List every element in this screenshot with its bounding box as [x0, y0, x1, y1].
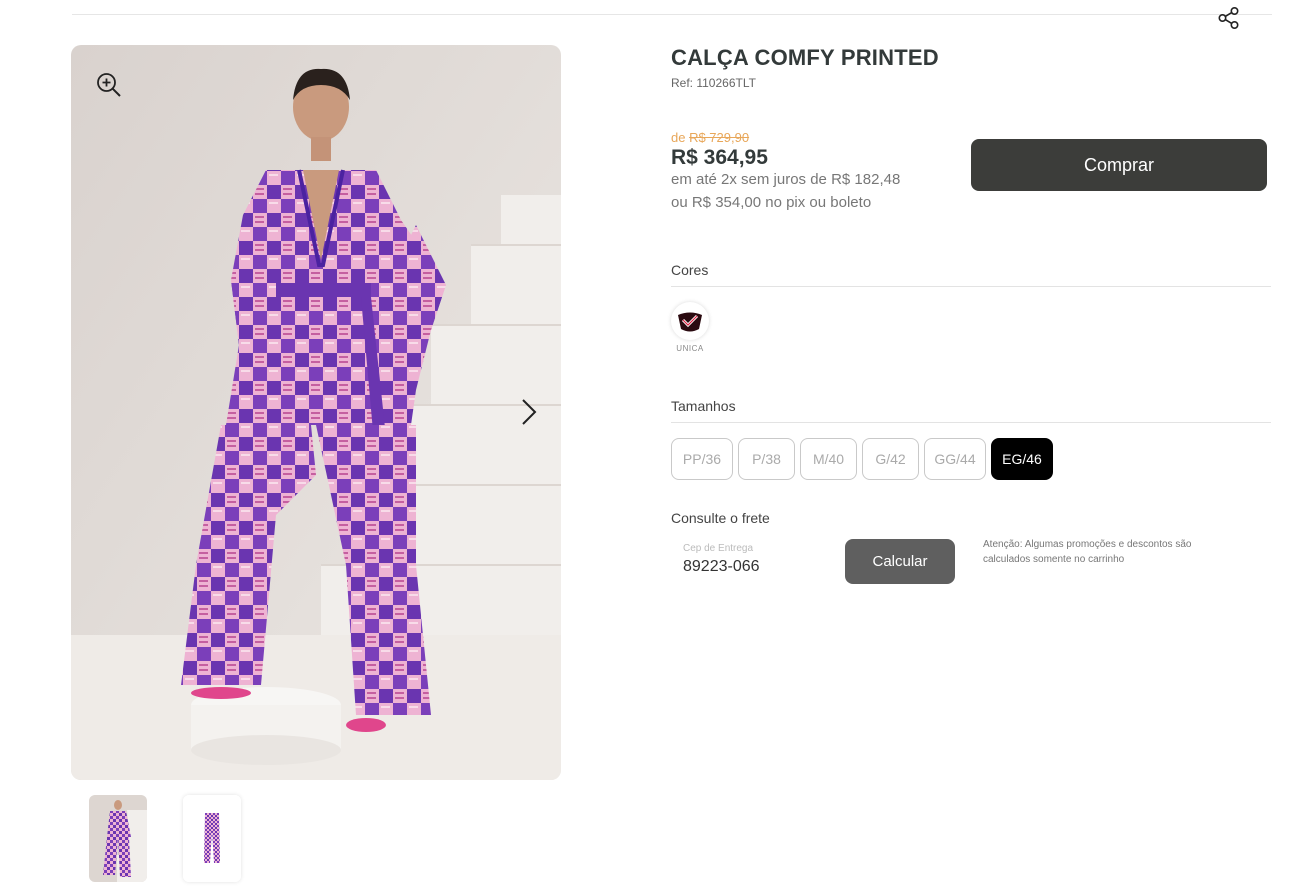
product-title: CALÇA COMFY PRINTED: [671, 45, 939, 70]
installments-text: em até 2x sem juros de R$ 182,48: [671, 171, 901, 188]
colors-label: Cores: [671, 262, 709, 278]
shipping-label: Consulte o frete: [671, 510, 770, 526]
share-icon[interactable]: [1216, 5, 1242, 31]
size-option-m40[interactable]: M/40: [800, 438, 857, 480]
buy-button[interactable]: Comprar: [971, 139, 1267, 191]
chevron-right-icon[interactable]: [517, 397, 541, 427]
colors-divider: [671, 286, 1271, 287]
size-option-eg46[interactable]: EG/46: [991, 438, 1053, 480]
color-swatch-unica[interactable]: [671, 302, 709, 340]
pix-price-text: ou R$ 354,00 no pix ou boleto: [671, 194, 872, 211]
size-option-g42[interactable]: G/42: [862, 438, 919, 480]
color-name: UNICA: [676, 344, 704, 353]
product-ref: Ref: 110266TLT: [671, 76, 756, 90]
cep-field-label: Cep de Entrega: [683, 543, 754, 554]
old-price-prefix: de: [671, 130, 690, 145]
sizes-divider: [671, 422, 1271, 423]
size-selector: PP/36 P/38 M/40 G/42 GG/44 EG/46: [671, 438, 1053, 480]
zoom-in-icon[interactable]: [95, 71, 123, 99]
shipping-notice: Atenção: Algumas promoções e descontos s…: [983, 539, 1192, 565]
gallery-thumbnail[interactable]: [89, 795, 147, 882]
size-option-gg44[interactable]: GG/44: [924, 438, 986, 480]
check-icon: [676, 307, 704, 335]
size-option-p38[interactable]: P/38: [738, 438, 795, 480]
cep-input[interactable]: [683, 558, 843, 576]
old-price-value: R$ 729,90: [689, 130, 750, 145]
product-main-image[interactable]: [71, 45, 561, 780]
current-price: R$ 364,95: [671, 146, 768, 169]
top-divider: [72, 14, 1272, 15]
calculate-shipping-button[interactable]: Calcular: [845, 539, 955, 584]
cep-field: Cep de Entrega: [671, 539, 849, 583]
old-price: de R$ 729,90: [671, 130, 749, 145]
gallery-thumbnail[interactable]: [183, 795, 241, 882]
size-option-pp36[interactable]: PP/36: [671, 438, 733, 480]
sizes-label: Tamanhos: [671, 398, 736, 414]
